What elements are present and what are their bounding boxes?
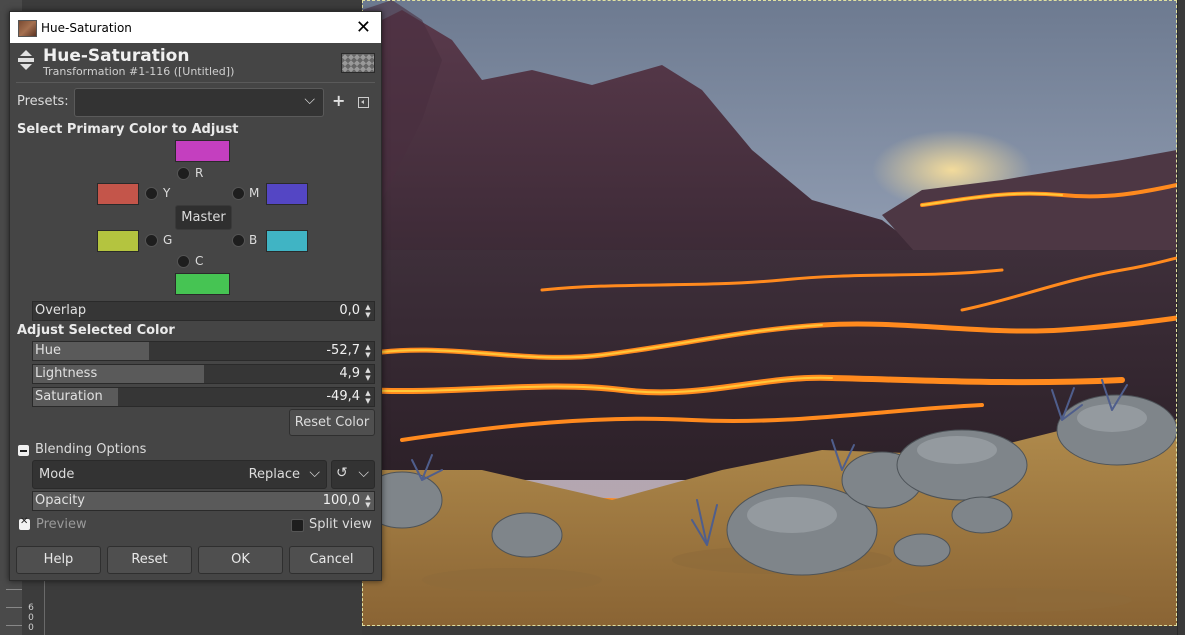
hue-slider[interactable]: Hue -52,7 ▲ ▼ xyxy=(32,341,375,361)
ruler-digit: 0 xyxy=(28,613,34,623)
overlap-label: Overlap xyxy=(35,303,87,318)
overlap-value: 0,0 xyxy=(339,303,360,318)
overlap-slider[interactable]: Overlap 0,0 ▲ ▼ xyxy=(32,301,375,321)
saturation-slider[interactable]: Saturation -49,4 ▲ ▼ xyxy=(32,387,375,407)
radio-label-red: R xyxy=(195,166,204,180)
swatch-cyan[interactable] xyxy=(175,273,230,295)
radio-red[interactable] xyxy=(177,167,190,180)
split-view-checkbox[interactable] xyxy=(291,519,304,532)
radio-label-cyan: C xyxy=(195,254,204,268)
hue-saturation-tool-icon xyxy=(18,50,34,70)
split-view-label[interactable]: Split view xyxy=(309,517,372,532)
collapse-icon[interactable] xyxy=(18,445,29,456)
radio-label-green: G xyxy=(163,233,173,247)
hue-value[interactable]: -52,7 xyxy=(326,343,360,358)
spin-arrows-icon[interactable]: ▲ ▼ xyxy=(363,493,373,509)
opacity-slider[interactable]: Opacity 100,0 ▲ ▼ xyxy=(32,491,375,511)
image-canvas[interactable] xyxy=(362,0,1177,626)
lightness-value: 4,9 xyxy=(339,366,360,381)
radio-magenta[interactable] xyxy=(232,187,245,200)
radio-cyan[interactable] xyxy=(177,255,190,268)
hue-saturation-dialog: Hue-Saturation ✕ Hue-Saturation Transfor… xyxy=(9,11,382,581)
ruler-tick xyxy=(6,589,22,590)
ok-button[interactable]: OK xyxy=(198,546,283,574)
saturation-label: Saturation xyxy=(35,389,103,404)
reset-button[interactable]: Reset xyxy=(107,546,192,574)
add-preset-icon[interactable]: + xyxy=(332,91,345,110)
radio-label-blue: B xyxy=(249,233,258,247)
radio-yellow[interactable] xyxy=(145,187,158,200)
spin-arrows-icon[interactable]: ▲ ▼ xyxy=(363,366,373,382)
swatch-yellow[interactable] xyxy=(97,183,139,205)
chevron-down-icon: ⌵ xyxy=(358,465,369,481)
adjust-color-heading: Adjust Selected Color xyxy=(17,323,175,338)
spin-arrows-icon[interactable]: ▲ ▼ xyxy=(363,303,373,319)
gimp-app-icon xyxy=(18,20,37,37)
chevron-down-icon: ⌵ xyxy=(304,92,315,108)
ruler-digit: 0 xyxy=(28,623,34,633)
dialog-subheading: Transformation #1-116 ([Untitled]) xyxy=(43,65,235,78)
master-button[interactable]: Master xyxy=(175,205,232,230)
primary-color-heading: Select Primary Color to Adjust xyxy=(17,122,239,137)
ruler-tick xyxy=(6,625,22,626)
radio-blue[interactable] xyxy=(232,234,245,247)
saturation-value: -49,4 xyxy=(326,389,360,404)
hue-label: Hue xyxy=(35,343,62,358)
presets-menu-icon[interactable] xyxy=(358,97,369,108)
divider xyxy=(16,82,375,83)
volcanic-landscape-image xyxy=(362,0,1177,626)
window-title: Hue-Saturation xyxy=(41,21,132,35)
opacity-value: 100,0 xyxy=(322,493,360,508)
radio-green[interactable] xyxy=(145,234,158,247)
preview-checkbox[interactable] xyxy=(19,516,30,530)
composite-mode-icon: ↺ xyxy=(336,465,348,481)
mode-label: Mode xyxy=(39,467,75,482)
canvas-scrollbar[interactable] xyxy=(1177,0,1185,635)
swatch-red[interactable] xyxy=(175,140,230,162)
radio-label-yellow: Y xyxy=(163,186,171,200)
presets-combo[interactable]: ⌵ xyxy=(74,88,324,117)
swatch-blue[interactable] xyxy=(266,230,308,252)
cancel-button[interactable]: Cancel xyxy=(289,546,374,574)
ruler-digit: 6 xyxy=(28,603,34,613)
blending-options-label[interactable]: Blending Options xyxy=(35,442,146,457)
ruler-tick xyxy=(6,607,22,608)
composite-mode-button[interactable]: ↺ ⌵ xyxy=(331,460,375,489)
blend-mode-combo[interactable]: Mode Replace ⌵ xyxy=(32,460,327,489)
preview-label[interactable]: Preview xyxy=(36,517,87,532)
reset-color-button[interactable]: Reset Color xyxy=(289,409,375,436)
window-titlebar[interactable]: Hue-Saturation ✕ xyxy=(10,12,381,43)
guide-line xyxy=(44,580,45,635)
lightness-label: Lightness xyxy=(35,366,98,381)
spin-arrows-icon[interactable]: ▲ ▼ xyxy=(363,343,373,359)
swatch-magenta[interactable] xyxy=(266,183,308,205)
presets-label: Presets: xyxy=(17,94,69,109)
radio-label-magenta: M xyxy=(249,186,260,200)
dialog-heading: Hue-Saturation xyxy=(43,46,190,66)
opacity-label: Opacity xyxy=(35,493,86,508)
swatch-green[interactable] xyxy=(97,230,139,252)
close-icon[interactable]: ✕ xyxy=(356,17,371,38)
mode-value: Replace xyxy=(248,467,300,482)
help-button[interactable]: Help xyxy=(16,546,101,574)
spin-arrows-icon[interactable]: ▲ ▼ xyxy=(363,389,373,405)
ruler-digits: 6 0 0 xyxy=(26,603,36,633)
layer-thumbnail xyxy=(341,53,375,73)
chevron-down-icon: ⌵ xyxy=(309,465,320,481)
lightness-slider[interactable]: Lightness 4,9 ▲ ▼ xyxy=(32,364,375,384)
